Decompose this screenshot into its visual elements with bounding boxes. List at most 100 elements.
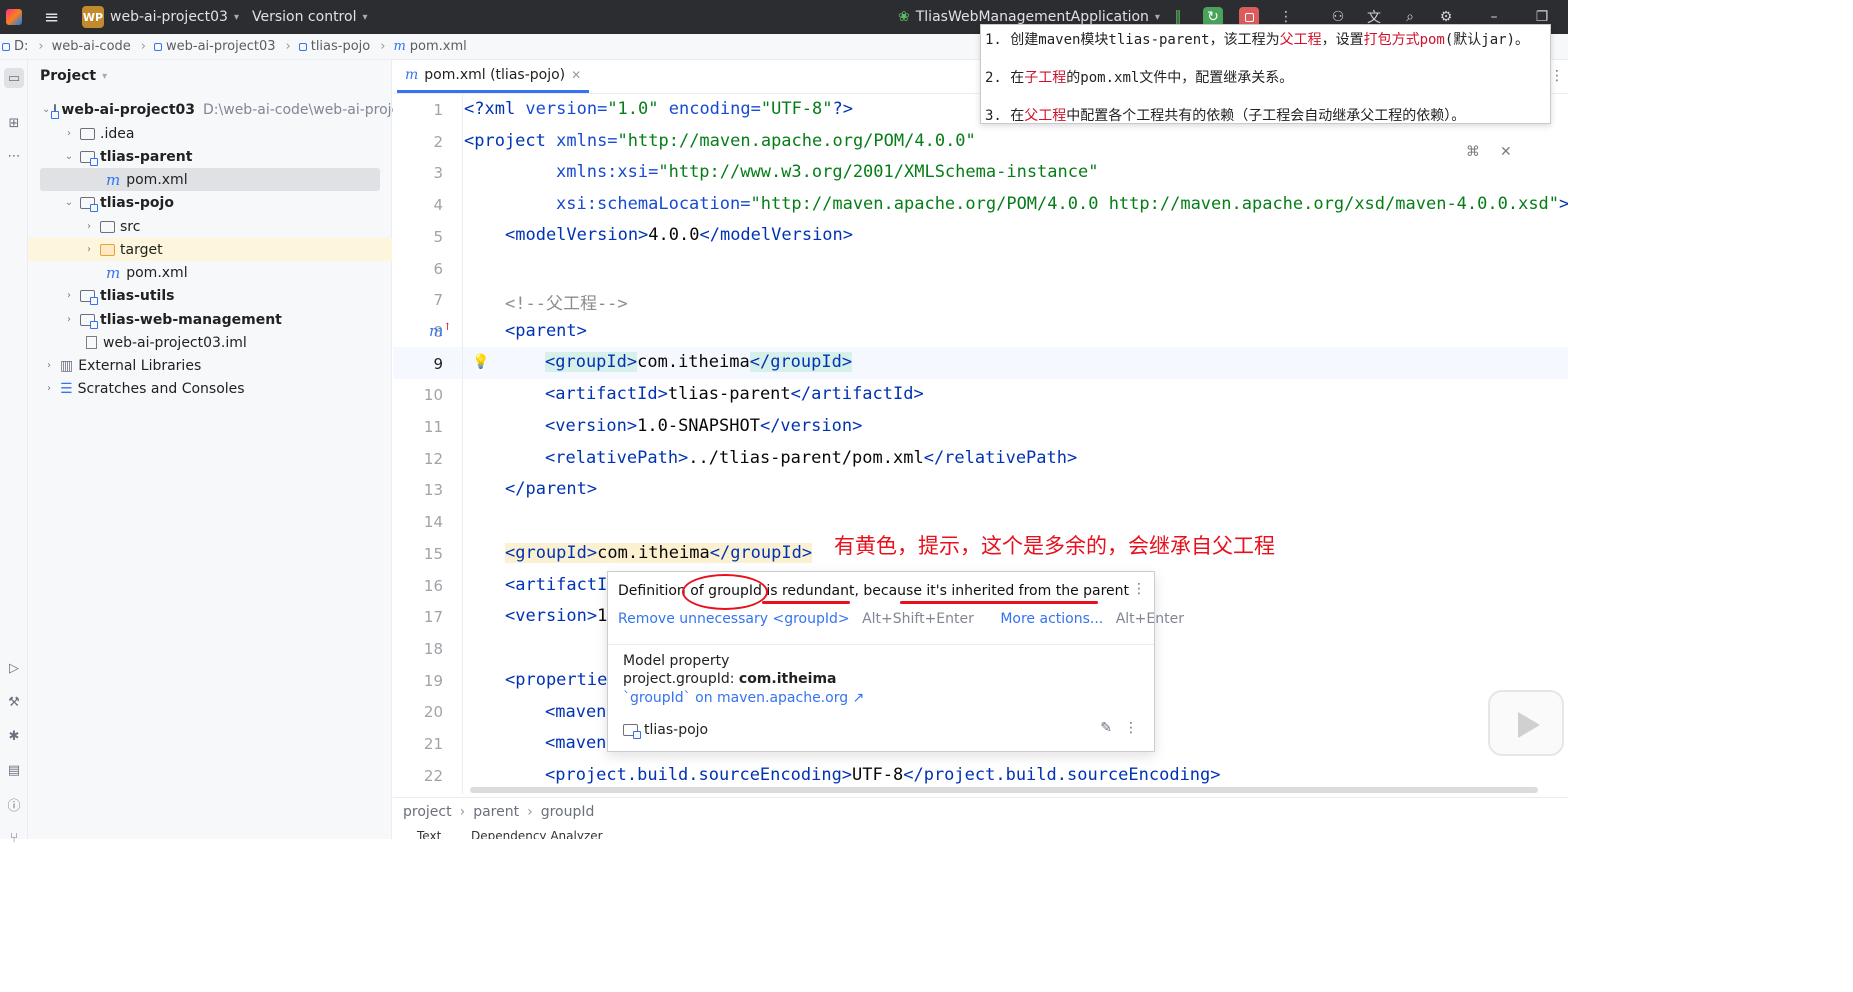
- bottom-tab-strip: Text Dependency Analyzer: [393, 825, 1568, 839]
- more-tools-icon[interactable]: ⋯: [4, 146, 24, 166]
- chevron-right-icon: ›: [67, 128, 71, 139]
- more-vertical-icon[interactable]: ⋮: [1132, 581, 1146, 597]
- structure-icon[interactable]: ⊞: [4, 113, 24, 133]
- edit-pencil-icon[interactable]: ✎: [1100, 720, 1112, 736]
- code-line: <parent>: [505, 321, 587, 341]
- project-tool-icon[interactable]: ▭: [4, 68, 24, 88]
- project-switcher[interactable]: WP web-ai-project03 ▾: [82, 0, 239, 34]
- tree-item-target[interactable]: › target: [28, 238, 392, 261]
- instruction-notes-overlay: 1. 创建maven模块tlias-parent，该工程为父工程，设置打包方式p…: [980, 24, 1551, 124]
- module-icon: [154, 42, 162, 51]
- path-item[interactable]: parent: [473, 804, 519, 820]
- close-icon[interactable]: ✕: [1500, 144, 1512, 160]
- tree-label: web-ai-project03.iml: [103, 334, 247, 351]
- red-circle-mark: [682, 574, 768, 610]
- breadcrumb-item[interactable]: m pom.xml: [393, 39, 466, 54]
- code-line: <version>1.0-SNAPSHOT</version>: [545, 416, 863, 436]
- tree-label: tlias-web-management: [100, 311, 282, 328]
- tree-item-pojo-pom[interactable]: m pom.xml: [28, 261, 392, 284]
- line-number: 13: [423, 481, 443, 500]
- breadcrumb-item[interactable]: web-ai-project03 ›: [154, 39, 291, 54]
- line-number: 7: [433, 291, 443, 310]
- chevron-down-icon: ▾: [102, 70, 108, 82]
- file-icon: [86, 336, 97, 349]
- tree-item-src[interactable]: › src: [28, 215, 392, 238]
- project-panel: Project ▾ ⌄ web-ai-project03 D:\web-ai-cod…: [28, 60, 400, 839]
- chevron-down-icon: ⌄: [64, 197, 74, 208]
- code-line-current: <groupId>com.itheima</groupId>: [545, 352, 853, 372]
- chevron-down-icon: ⌄: [42, 104, 51, 115]
- chevron-right-icon: ›: [67, 290, 71, 301]
- left-tool-strip: ▭ ⊞ ⋯ ▷ ⚒ ✱ ▤ ⓘ ⑂: [0, 60, 28, 846]
- lightbulb-icon[interactable]: 💡: [472, 354, 489, 370]
- tab-text[interactable]: Text: [417, 829, 441, 839]
- terminal-icon[interactable]: ▤: [4, 760, 24, 780]
- more-vertical-icon[interactable]: ⋮: [1550, 68, 1564, 84]
- chevron-right-icon: ›: [87, 244, 91, 255]
- breadcrumb-label: tlias-pojo: [310, 39, 371, 54]
- path-item[interactable]: groupId: [541, 804, 595, 820]
- tree-item-parent-pom[interactable]: m pom.xml: [40, 168, 380, 191]
- code-line: <relativePath>../tlias-parent/pom.xml</r…: [545, 448, 1078, 468]
- main-menu-icon[interactable]: ≡: [44, 0, 59, 34]
- tree-item-external-libraries[interactable]: › ▥ External Libraries: [28, 354, 392, 377]
- line-number: 4: [433, 196, 443, 215]
- project-name: web-ai-project03: [110, 9, 228, 25]
- redundant-groupid-line[interactable]: <groupId>com.itheima</groupId>: [505, 543, 813, 563]
- excluded-folder-icon: [100, 243, 115, 256]
- line-number: 11: [423, 418, 443, 436]
- horizontal-scrollbar[interactable]: [470, 787, 1538, 793]
- line-number: 21: [423, 735, 443, 753]
- line-number: 10: [423, 386, 443, 405]
- line-number: 3: [433, 164, 443, 183]
- more-vertical-icon[interactable]: ⋮: [1124, 720, 1138, 736]
- breadcrumb-item[interactable]: web-ai-code ›: [52, 39, 146, 54]
- tab-pom-xml[interactable]: m pom.xml (tlias-pojo) ✕: [397, 60, 590, 93]
- tree-item-scratches[interactable]: › ☰ Scratches and Consoles: [28, 377, 392, 400]
- breadcrumb-label: web-ai-project03: [166, 39, 276, 54]
- debug-icon[interactable]: ✱: [4, 726, 24, 746]
- project-panel-header[interactable]: Project ▾: [40, 68, 107, 84]
- close-icon[interactable]: ✕: [571, 68, 581, 82]
- shortcut-hint: Alt+Enter: [1115, 611, 1184, 627]
- tree-item-iml[interactable]: web-ai-project03.iml: [28, 331, 392, 354]
- breadcrumb-item[interactable]: D: ›: [2, 39, 44, 54]
- tree-path: D:\web-ai-code\web-ai-proje: [203, 101, 401, 118]
- code-line: <?xml version="1.0" encoding="UTF-8"?>: [464, 99, 853, 119]
- handwritten-annotation: 有黄色，提示，这个是多余的，会继承自父工程: [834, 534, 1275, 558]
- tab-dependency-analyzer[interactable]: Dependency Analyzer: [471, 829, 603, 839]
- tree-item-tlias-utils[interactable]: › tlias-utils: [28, 284, 392, 307]
- code-line: xsi:schemaLocation="http://maven.apache.…: [556, 194, 1568, 214]
- git-icon[interactable]: ⑂: [4, 828, 24, 848]
- services-icon[interactable]: ▷: [4, 658, 24, 678]
- maven-icon: m: [405, 67, 419, 83]
- ai-assistant-icon[interactable]: ⌘: [1466, 144, 1480, 160]
- maven-icon: m: [106, 170, 121, 189]
- breadcrumb-label: pom.xml: [409, 39, 467, 54]
- red-underline-mark: [762, 601, 850, 604]
- folder-icon: [100, 220, 115, 233]
- video-play-button[interactable]: [1488, 690, 1564, 756]
- breadcrumb-item[interactable]: tlias-pojo ›: [298, 39, 385, 54]
- maven-parent-gutter-icon[interactable]: m↑: [429, 322, 452, 340]
- module-folder-icon: [80, 150, 98, 166]
- more-actions-link[interactable]: More actions...: [1000, 611, 1103, 627]
- path-item[interactable]: project: [403, 804, 452, 820]
- tree-root[interactable]: ⌄ web-ai-project03 D:\web-ai-code\web-ai-…: [28, 98, 400, 121]
- tree-item-tlias-pojo[interactable]: ⌄ tlias-pojo: [28, 191, 392, 214]
- tree-label: tlias-utils: [100, 287, 175, 304]
- tree-item-idea[interactable]: › .idea: [28, 122, 392, 145]
- jetbrains-logo-icon[interactable]: [6, 0, 22, 34]
- tree-item-tlias-web-management[interactable]: › tlias-web-management: [28, 308, 392, 331]
- code-line: xmlns:xsi="http://www.w3.org/2001/XMLSch…: [556, 162, 1099, 182]
- vcs-menu[interactable]: Version control ▾: [252, 0, 368, 34]
- tree-item-tlias-parent[interactable]: ⌄ tlias-parent: [28, 145, 392, 168]
- info-property: project.groupId: com.itheima: [623, 671, 837, 687]
- maven-docs-link[interactable]: `groupId` on maven.apache.org ↗: [623, 690, 864, 706]
- tab-label: pom.xml (tlias-pojo): [424, 67, 566, 83]
- code-line: <artifactI: [505, 575, 608, 595]
- problems-icon[interactable]: ⓘ: [4, 794, 24, 814]
- popup-actions: Remove unnecessary <groupId> Alt+Shift+E…: [618, 611, 1184, 627]
- remove-groupid-action[interactable]: Remove unnecessary <groupId>: [618, 611, 850, 627]
- build-icon[interactable]: ⚒: [4, 692, 24, 712]
